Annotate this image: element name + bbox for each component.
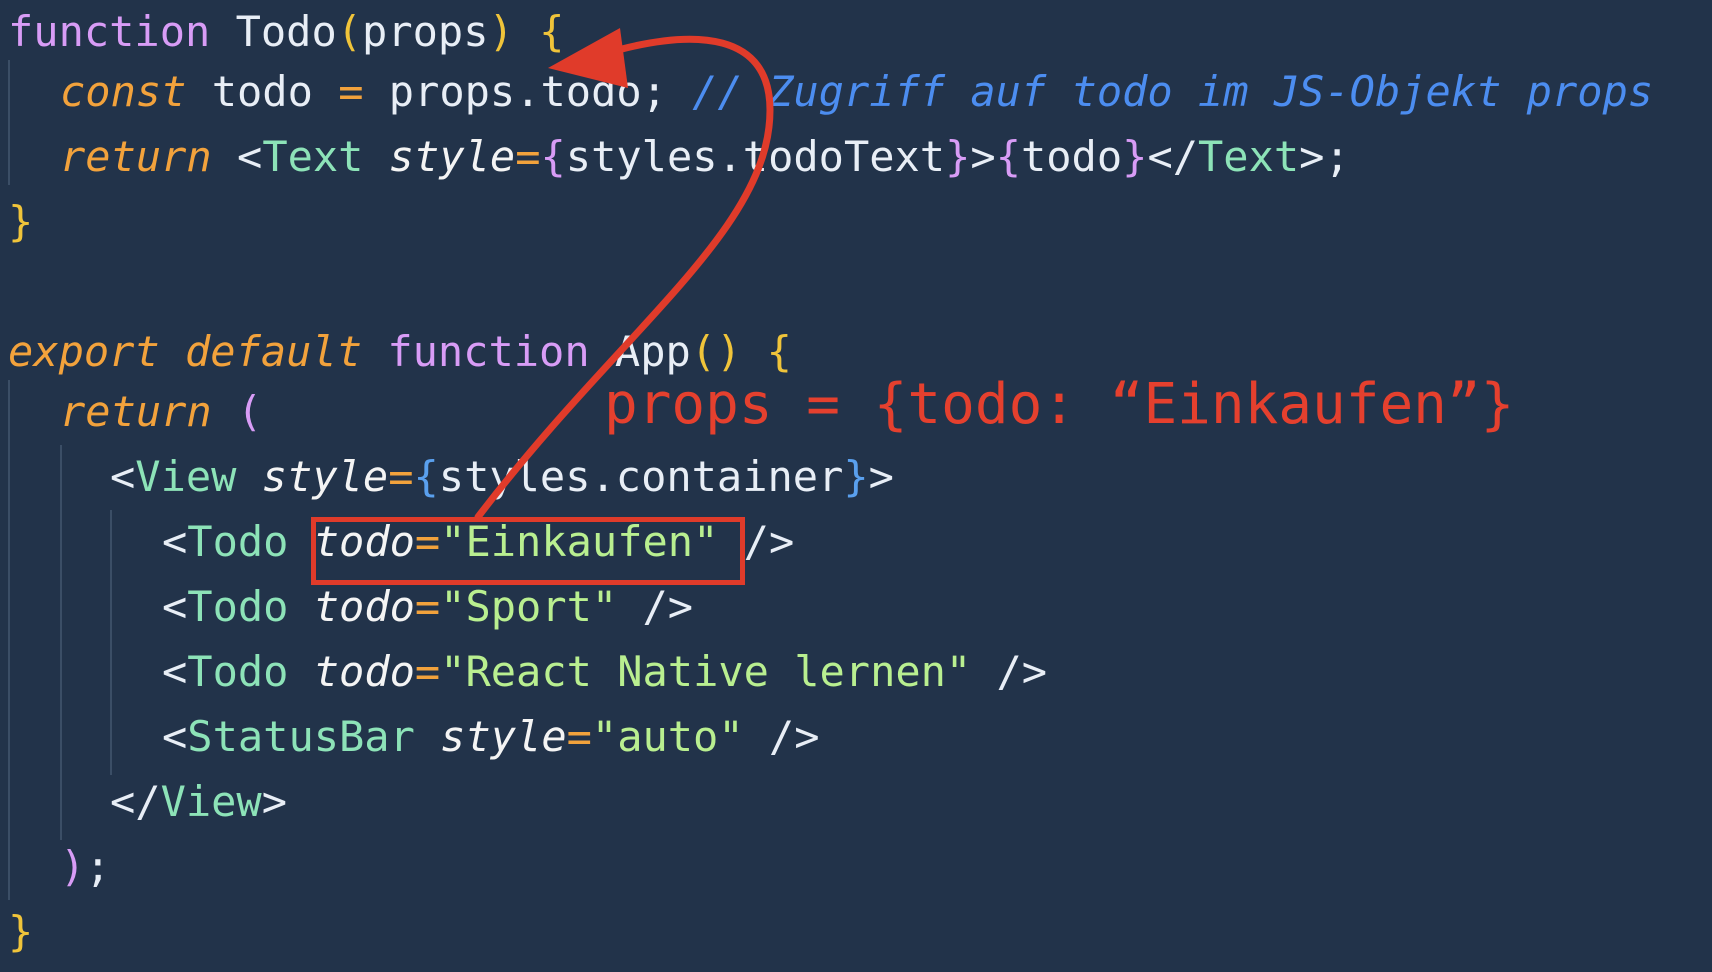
code-editor: function Todo(props) { const todo = prop… — [0, 0, 1712, 972]
red-arrow-icon — [474, 28, 774, 521]
